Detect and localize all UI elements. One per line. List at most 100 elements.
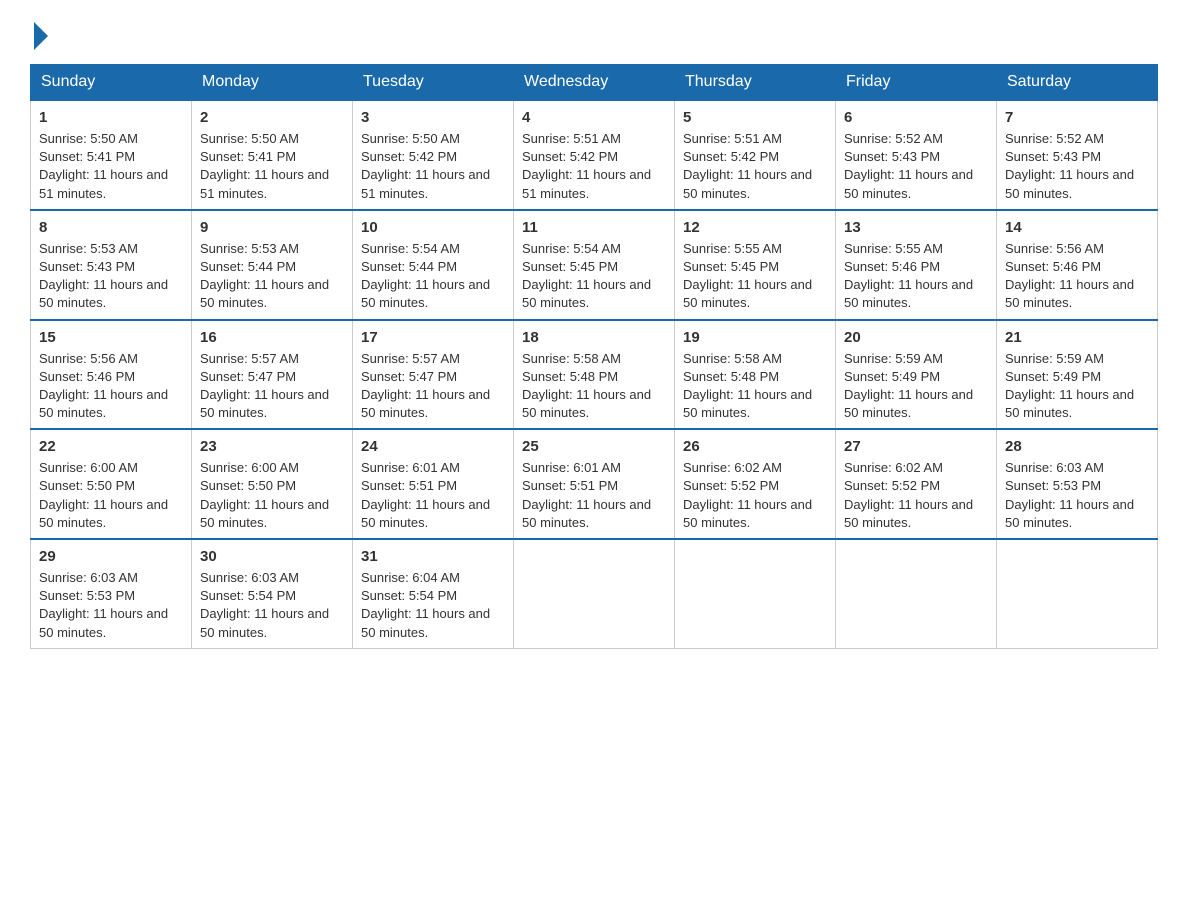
day-number: 18 xyxy=(522,327,666,348)
sunset-text: Sunset: 5:43 PM xyxy=(1005,149,1101,164)
day-number: 24 xyxy=(361,436,505,457)
sunset-text: Sunset: 5:44 PM xyxy=(361,259,457,274)
day-number: 15 xyxy=(39,327,183,348)
sunrise-text: Sunrise: 5:57 AM xyxy=(200,351,299,366)
sunset-text: Sunset: 5:52 PM xyxy=(683,478,779,493)
day-number: 6 xyxy=(844,107,988,128)
calendar-cell: 16Sunrise: 5:57 AMSunset: 5:47 PMDayligh… xyxy=(192,320,353,430)
daylight-text: Daylight: 11 hours and 50 minutes. xyxy=(844,497,973,530)
day-number: 13 xyxy=(844,217,988,238)
calendar-cell: 5Sunrise: 5:51 AMSunset: 5:42 PMDaylight… xyxy=(675,100,836,210)
sunrise-text: Sunrise: 6:02 AM xyxy=(844,460,943,475)
daylight-text: Daylight: 11 hours and 51 minutes. xyxy=(39,167,168,200)
page-header xyxy=(30,20,1158,46)
calendar-cell: 14Sunrise: 5:56 AMSunset: 5:46 PMDayligh… xyxy=(997,210,1158,320)
sunrise-text: Sunrise: 5:50 AM xyxy=(200,131,299,146)
sunrise-text: Sunrise: 5:53 AM xyxy=(200,241,299,256)
sunrise-text: Sunrise: 6:03 AM xyxy=(200,570,299,585)
day-number: 29 xyxy=(39,546,183,567)
sunrise-text: Sunrise: 6:00 AM xyxy=(39,460,138,475)
sunset-text: Sunset: 5:41 PM xyxy=(39,149,135,164)
sunrise-text: Sunrise: 6:00 AM xyxy=(200,460,299,475)
sunset-text: Sunset: 5:47 PM xyxy=(200,369,296,384)
sunset-text: Sunset: 5:45 PM xyxy=(683,259,779,274)
day-number: 2 xyxy=(200,107,344,128)
daylight-text: Daylight: 11 hours and 50 minutes. xyxy=(39,606,168,639)
daylight-text: Daylight: 11 hours and 50 minutes. xyxy=(1005,387,1134,420)
day-number: 25 xyxy=(522,436,666,457)
daylight-text: Daylight: 11 hours and 50 minutes. xyxy=(361,277,490,310)
calendar-cell: 13Sunrise: 5:55 AMSunset: 5:46 PMDayligh… xyxy=(836,210,997,320)
daylight-text: Daylight: 11 hours and 50 minutes. xyxy=(683,277,812,310)
sunrise-text: Sunrise: 5:58 AM xyxy=(522,351,621,366)
sunset-text: Sunset: 5:49 PM xyxy=(1005,369,1101,384)
sunrise-text: Sunrise: 5:54 AM xyxy=(361,241,460,256)
sunrise-text: Sunrise: 5:50 AM xyxy=(39,131,138,146)
sunrise-text: Sunrise: 5:56 AM xyxy=(1005,241,1104,256)
calendar-cell: 1 Sunrise: 5:50 AM Sunset: 5:41 PM Daylight… xyxy=(31,100,192,210)
col-header-wednesday: Wednesday xyxy=(514,65,675,101)
day-number: 10 xyxy=(361,217,505,238)
daylight-text: Daylight: 11 hours and 50 minutes. xyxy=(522,277,651,310)
sunrise-text: Sunrise: 6:02 AM xyxy=(683,460,782,475)
sunrise-text: Sunrise: 5:51 AM xyxy=(522,131,621,146)
sunset-text: Sunset: 5:41 PM xyxy=(200,149,296,164)
daylight-text: Daylight: 11 hours and 50 minutes. xyxy=(683,387,812,420)
daylight-text: Daylight: 11 hours and 51 minutes. xyxy=(200,167,329,200)
col-header-thursday: Thursday xyxy=(675,65,836,101)
calendar-week-3: 15Sunrise: 5:56 AMSunset: 5:46 PMDayligh… xyxy=(31,320,1158,430)
sunrise-text: Sunrise: 6:03 AM xyxy=(1005,460,1104,475)
daylight-text: Daylight: 11 hours and 50 minutes. xyxy=(39,277,168,310)
day-number: 20 xyxy=(844,327,988,348)
calendar-cell: 30Sunrise: 6:03 AMSunset: 5:54 PMDayligh… xyxy=(192,539,353,648)
sunset-text: Sunset: 5:53 PM xyxy=(39,588,135,603)
daylight-text: Daylight: 11 hours and 50 minutes. xyxy=(1005,497,1134,530)
calendar-cell: 26 Sunrise: 6:02 AM Sunset: 5:52 PM Dayligh… xyxy=(675,429,836,539)
day-number: 9 xyxy=(200,217,344,238)
sunrise-text: Sunrise: 5:54 AM xyxy=(522,241,621,256)
day-number: 7 xyxy=(1005,107,1149,128)
sunset-text: Sunset: 5:42 PM xyxy=(683,149,779,164)
calendar-cell: 23Sunrise: 6:00 AMSunset: 5:50 PMDayligh… xyxy=(192,429,353,539)
sunrise-text: Sunrise: 5:52 AM xyxy=(844,131,943,146)
calendar-cell: 7 Sunrise: 5:52 AM Sunset: 5:43 PM Daylight… xyxy=(997,100,1158,210)
day-number: 8 xyxy=(39,217,183,238)
day-number: 21 xyxy=(1005,327,1149,348)
sunset-text: Sunset: 5:45 PM xyxy=(522,259,618,274)
calendar-cell: 4Sunrise: 5:51 AMSunset: 5:42 PMDaylight… xyxy=(514,100,675,210)
day-number: 31 xyxy=(361,546,505,567)
sunset-text: Sunset: 5:47 PM xyxy=(361,369,457,384)
sunrise-text: Sunrise: 5:58 AM xyxy=(683,351,782,366)
col-header-friday: Friday xyxy=(836,65,997,101)
daylight-text: Daylight: 11 hours and 50 minutes. xyxy=(844,167,973,200)
day-number: 26 xyxy=(683,436,827,457)
col-header-sunday: Sunday xyxy=(31,65,192,101)
calendar-cell xyxy=(836,539,997,648)
calendar-cell: 31Sunrise: 6:04 AMSunset: 5:54 PMDayligh… xyxy=(353,539,514,648)
sunset-text: Sunset: 5:51 PM xyxy=(522,478,618,493)
day-number: 1 xyxy=(39,107,183,128)
daylight-text: Daylight: 11 hours and 50 minutes. xyxy=(200,497,329,530)
day-number: 4 xyxy=(522,107,666,128)
calendar-table: SundayMondayTuesdayWednesdayThursdayFrid… xyxy=(30,64,1158,649)
sunrise-text: Sunrise: 5:59 AM xyxy=(1005,351,1104,366)
sunset-text: Sunset: 5:44 PM xyxy=(200,259,296,274)
calendar-cell: 19Sunrise: 5:58 AMSunset: 5:48 PMDayligh… xyxy=(675,320,836,430)
calendar-cell: 24Sunrise: 6:01 AMSunset: 5:51 PMDayligh… xyxy=(353,429,514,539)
sunset-text: Sunset: 5:50 PM xyxy=(39,478,135,493)
day-number: 14 xyxy=(1005,217,1149,238)
sunrise-text: Sunrise: 5:52 AM xyxy=(1005,131,1104,146)
day-number: 22 xyxy=(39,436,183,457)
calendar-cell: 27Sunrise: 6:02 AMSunset: 5:52 PMDayligh… xyxy=(836,429,997,539)
col-header-monday: Monday xyxy=(192,65,353,101)
day-number: 3 xyxy=(361,107,505,128)
daylight-text: Daylight: 11 hours and 50 minutes. xyxy=(1005,167,1134,200)
sunrise-text: Sunrise: 5:53 AM xyxy=(39,241,138,256)
daylight-text: Daylight: 11 hours and 50 minutes. xyxy=(683,497,812,530)
sunset-text: Sunset: 5:48 PM xyxy=(522,369,618,384)
sunset-text: Sunset: 5:49 PM xyxy=(844,369,940,384)
sunrise-text: Sunrise: 5:55 AM xyxy=(683,241,782,256)
daylight-text: Daylight: 11 hours and 51 minutes. xyxy=(522,167,651,200)
calendar-week-1: 1 Sunrise: 5:50 AM Sunset: 5:41 PM Daylight… xyxy=(31,100,1158,210)
calendar-cell: 21 Sunrise: 5:59 AM Sunset: 5:49 PM Dayligh… xyxy=(997,320,1158,430)
